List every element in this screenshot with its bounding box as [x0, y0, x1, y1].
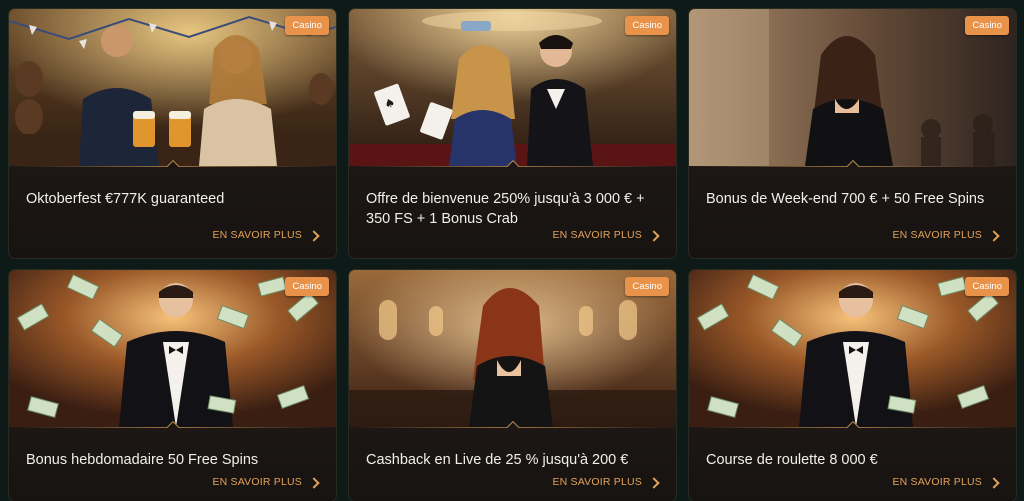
- chevron-right-icon: [988, 476, 1000, 489]
- casino-badge: Casino: [625, 16, 669, 35]
- casino-badge: Casino: [285, 277, 329, 296]
- promo-image-live-cashback: Casino: [349, 270, 676, 427]
- casino-badge: Casino: [965, 16, 1009, 35]
- promo-image-oktoberfest: Casino: [9, 9, 336, 166]
- promo-card-roulette-race[interactable]: Casino Course de roulette 8 000 € EN SAV…: [689, 270, 1016, 501]
- learn-more-label: EN SAVOIR PLUS: [212, 229, 302, 241]
- promo-card-live-cashback[interactable]: Casino Cashback en Live de 25 % jusqu'à …: [349, 270, 676, 501]
- promo-info: Oktoberfest €777K guaranteed EN SAVOIR P…: [9, 167, 336, 258]
- learn-more-link[interactable]: EN SAVOIR PLUS: [892, 476, 1000, 489]
- learn-more-label: EN SAVOIR PLUS: [892, 229, 982, 241]
- promo-card-oktoberfest[interactable]: Casino Oktoberfest €777K guaranteed EN S…: [9, 9, 336, 258]
- promo-title: Cashback en Live de 25 % jusqu'à 200 €: [366, 452, 629, 468]
- promo-info: Offre de bienvenue 250% jusqu'à 3 000 € …: [349, 167, 676, 258]
- learn-more-label: EN SAVOIR PLUS: [552, 476, 642, 488]
- promo-info: Cashback en Live de 25 % jusqu'à 200 € E…: [349, 428, 676, 501]
- learn-more-link[interactable]: EN SAVOIR PLUS: [892, 229, 1000, 242]
- casino-badge: Casino: [965, 277, 1009, 296]
- learn-more-link[interactable]: EN SAVOIR PLUS: [552, 476, 660, 489]
- promo-info: Bonus hebdomadaire 50 Free Spins EN SAVO…: [9, 428, 336, 501]
- learn-more-label: EN SAVOIR PLUS: [892, 476, 982, 488]
- chevron-right-icon: [308, 476, 320, 489]
- promo-info: Bonus de Week-end 700 € + 50 Free Spins …: [689, 167, 1016, 258]
- promo-card-weekend-bonus[interactable]: Casino Bonus de Week-end 700 € + 50 Free…: [689, 9, 1016, 258]
- promo-image-weekend-bonus: Casino: [689, 9, 1016, 166]
- learn-more-link[interactable]: EN SAVOIR PLUS: [212, 476, 320, 489]
- promo-title: Bonus de Week-end 700 € + 50 Free Spins: [706, 191, 985, 207]
- chevron-right-icon: [648, 229, 660, 242]
- promo-info: Course de roulette 8 000 € EN SAVOIR PLU…: [689, 428, 1016, 501]
- learn-more-link[interactable]: EN SAVOIR PLUS: [212, 229, 320, 242]
- learn-more-label: EN SAVOIR PLUS: [552, 229, 642, 241]
- promo-image-welcome-offer: ♠ Casino: [349, 9, 676, 166]
- chevron-right-icon: [308, 229, 320, 242]
- promo-image-roulette-race: Casino: [689, 270, 1016, 427]
- promo-card-weekly-bonus[interactable]: Casino Bonus hebdomadaire 50 Free Spins …: [9, 270, 336, 501]
- casino-badge: Casino: [285, 16, 329, 35]
- promo-title: Bonus hebdomadaire 50 Free Spins: [26, 452, 259, 468]
- promo-title: Oktoberfest €777K guaranteed: [26, 191, 225, 207]
- chevron-right-icon: [648, 476, 660, 489]
- promo-title: Offre de bienvenue 250% jusqu'à 3 000 € …: [366, 191, 645, 227]
- casino-badge: Casino: [625, 277, 669, 296]
- promo-card-welcome-offer[interactable]: ♠ Casino Offre de bienvenue 250% jusqu'à…: [349, 9, 676, 258]
- learn-more-label: EN SAVOIR PLUS: [212, 476, 302, 488]
- learn-more-link[interactable]: EN SAVOIR PLUS: [552, 229, 660, 242]
- promotions-grid: Casino Oktoberfest €777K guaranteed EN S…: [0, 0, 1024, 501]
- chevron-right-icon: [988, 229, 1000, 242]
- promo-image-weekly-bonus: Casino: [9, 270, 336, 427]
- promo-title: Course de roulette 8 000 €: [706, 452, 878, 468]
